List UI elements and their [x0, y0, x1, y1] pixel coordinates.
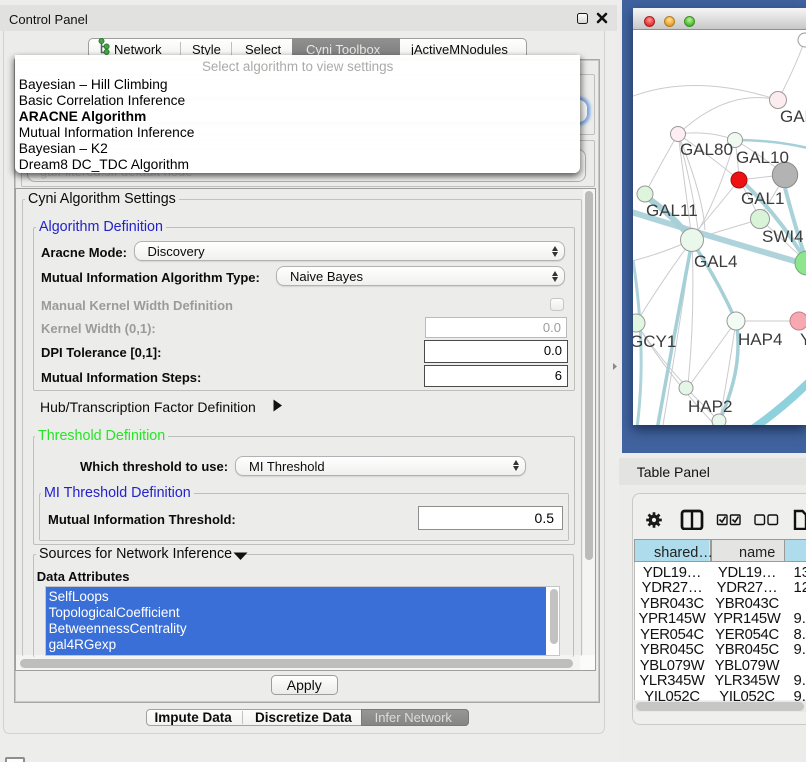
svg-text:GAL10: GAL10: [736, 148, 789, 167]
svg-text:GAL11: GAL11: [646, 201, 698, 220]
svg-text:GAL: GAL: [780, 107, 806, 126]
svg-text:GAL1: GAL1: [741, 189, 784, 208]
svg-text:HAP2: HAP2: [688, 397, 732, 416]
svg-text:GCY1: GCY1: [633, 332, 676, 351]
svg-text:Y: Y: [800, 330, 806, 349]
svg-text:GAL80: GAL80: [680, 140, 733, 159]
svg-text:GAL4: GAL4: [694, 252, 737, 271]
svg-text:SWI4: SWI4: [762, 227, 804, 246]
svg-text:HAP4: HAP4: [738, 330, 782, 349]
